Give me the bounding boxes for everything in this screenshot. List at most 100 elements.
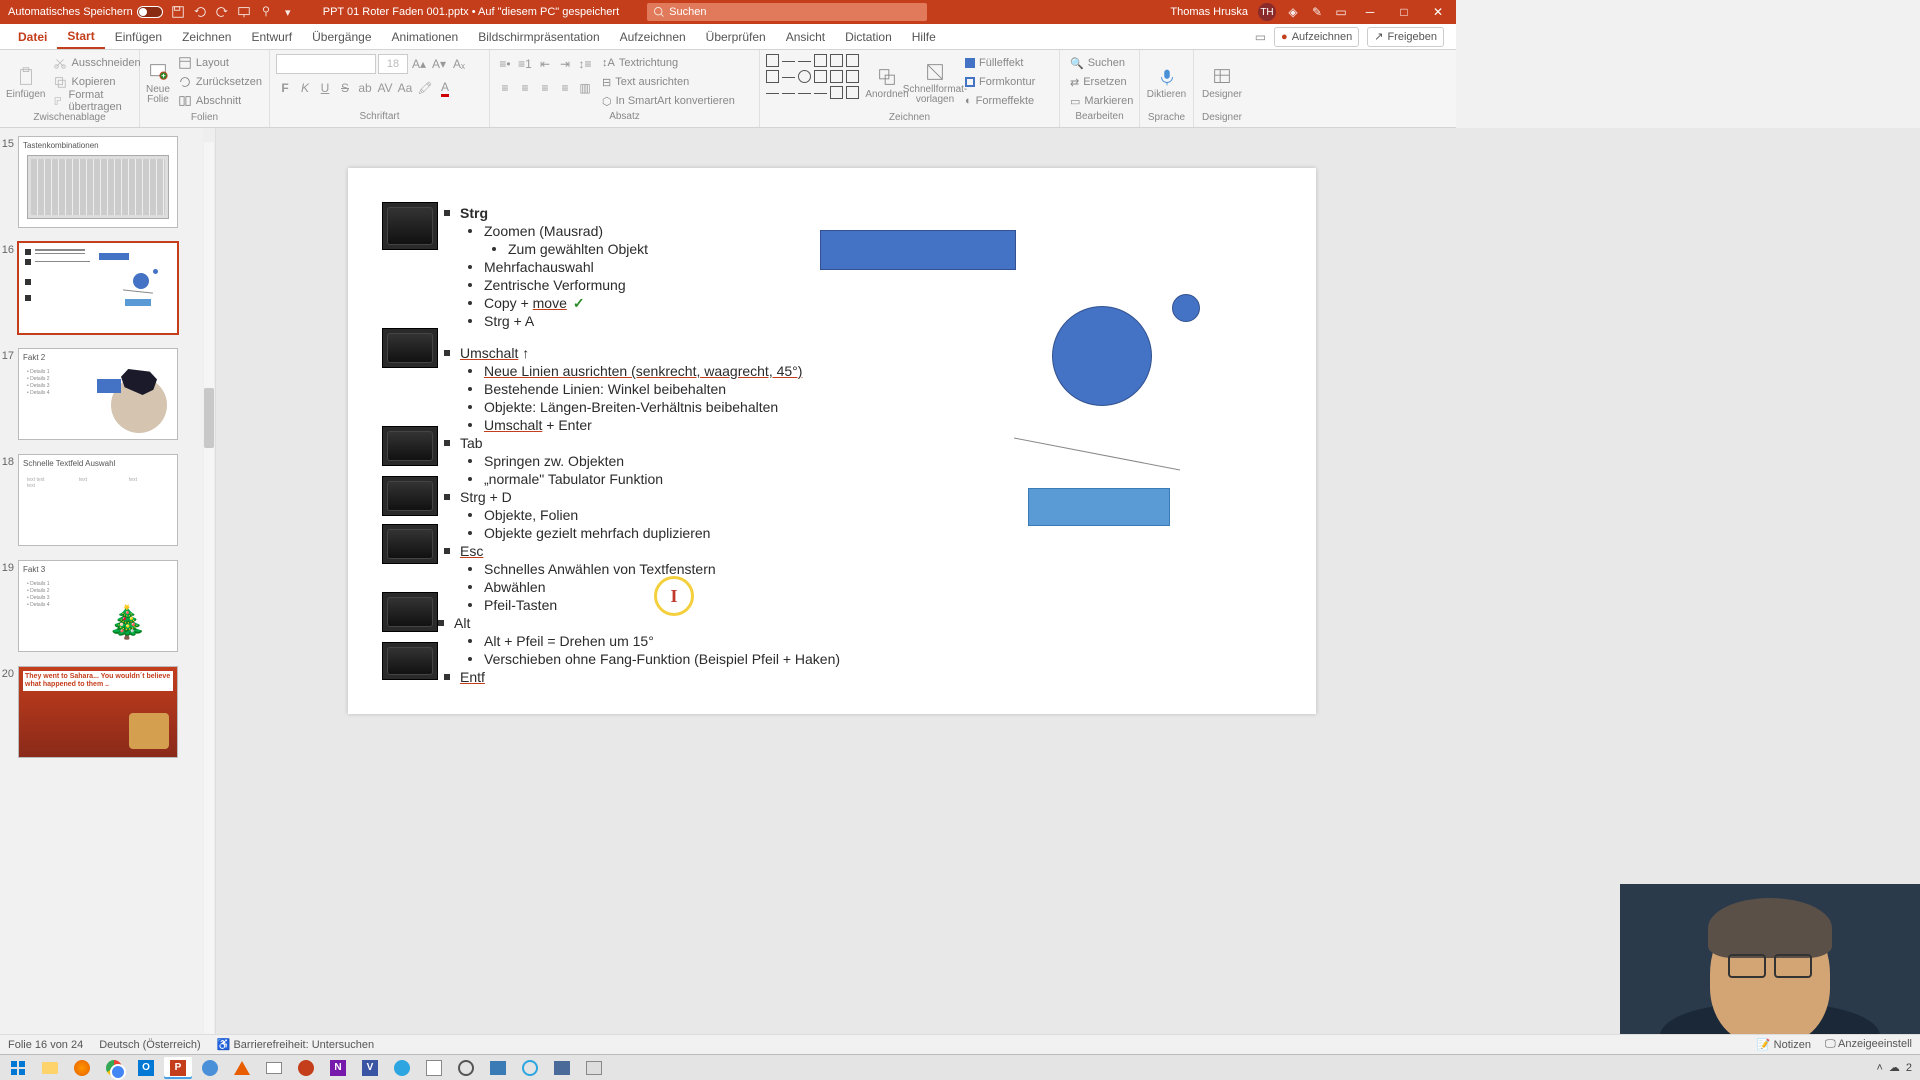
user-avatar[interactable]: TH (1258, 3, 1276, 21)
diamond-icon[interactable]: ◈ (1286, 5, 1300, 19)
text-direction-button[interactable]: ↕ATextrichtung (598, 54, 739, 72)
app-icon-8[interactable] (548, 1057, 576, 1079)
shape-rectangle-1[interactable] (820, 230, 1016, 270)
format-painter-button[interactable]: Format übertragen (49, 92, 144, 110)
text-align-button[interactable]: ⊟Text ausrichten (598, 73, 739, 91)
share-button[interactable]: ↗Freigeben (1367, 27, 1444, 47)
tab-help[interactable]: Hilfe (902, 24, 946, 49)
thumb-19[interactable]: 19 Fakt 3 • Details 1• Details 2• Detail… (0, 560, 203, 652)
align-center-button[interactable]: ≡ (516, 79, 534, 97)
shape-fill-button[interactable]: Fülleffekt (961, 54, 1039, 72)
maximize-button[interactable]: □ (1392, 0, 1416, 24)
bold-button[interactable]: F (276, 79, 294, 97)
tab-slideshow[interactable]: Bildschirmpräsentation (468, 24, 609, 49)
weather-icon[interactable]: ☁ (1889, 1061, 1900, 1074)
strike-button[interactable]: S (336, 79, 354, 97)
section-button[interactable]: Abschnitt (174, 92, 266, 110)
webcam-overlay[interactable] (1620, 884, 1920, 1054)
bullets-button[interactable]: ≡• (496, 55, 514, 73)
search-input[interactable]: Suchen (647, 3, 927, 21)
layout-button[interactable]: Layout (174, 54, 266, 72)
cut-button[interactable]: Ausschneiden (49, 54, 144, 72)
new-slide-button[interactable]: Neue Folie (146, 54, 170, 112)
reset-button[interactable]: Zurücksetzen (174, 73, 266, 91)
app-icon-9[interactable] (580, 1057, 608, 1079)
notes-button[interactable]: 📝 Notizen (1757, 1038, 1811, 1051)
thumb-16[interactable]: 16 (0, 242, 203, 334)
tab-draw[interactable]: Zeichnen (172, 24, 241, 49)
columns-button[interactable]: ▥ (576, 79, 594, 97)
toggle-off-icon[interactable] (137, 6, 163, 18)
app-icon-5[interactable] (452, 1057, 480, 1079)
vlc-icon[interactable] (228, 1057, 256, 1079)
font-family-input[interactable] (276, 54, 376, 74)
font-size-input[interactable] (378, 54, 408, 74)
tray-caret-icon[interactable]: ˄ (1876, 1062, 1882, 1074)
underline-button[interactable]: U (316, 79, 334, 97)
window-icon[interactable]: ▭ (1334, 5, 1348, 19)
find-button[interactable]: 🔍Suchen (1066, 54, 1137, 72)
redo-icon[interactable] (215, 5, 229, 19)
qat-more-icon[interactable]: ▾ (281, 5, 295, 19)
smartart-button[interactable]: ⬡In SmartArt konvertieren (598, 92, 739, 110)
firefox-icon[interactable] (68, 1057, 96, 1079)
app-icon-4[interactable] (420, 1057, 448, 1079)
chrome-icon[interactable] (100, 1057, 128, 1079)
shape-outline-button[interactable]: Formkontur (961, 73, 1039, 91)
tab-animations[interactable]: Animationen (382, 24, 469, 49)
shape-rectangle-2[interactable] (1028, 488, 1170, 526)
app-icon-2[interactable] (260, 1057, 288, 1079)
slide-counter[interactable]: Folie 16 von 24 (8, 1039, 83, 1051)
thumb-17[interactable]: 17 Fakt 2 • Details 1• Details 2• Detail… (0, 348, 203, 440)
slide-canvas[interactable]: Strg Zoomen (Mausrad) Zum gewählten Obje… (216, 128, 1920, 1054)
present-icon[interactable] (237, 5, 251, 19)
system-tray[interactable]: ˄ ☁ 2 (1876, 1061, 1916, 1074)
dictate-button[interactable]: Diktieren (1146, 54, 1187, 112)
tab-review[interactable]: Überprüfen (696, 24, 776, 49)
scrollbar-thumb[interactable] (204, 388, 214, 448)
shape-circle-large[interactable] (1052, 306, 1152, 406)
record-button[interactable]: ●Aufzeichnen (1274, 27, 1359, 47)
shape-circle-small[interactable] (1172, 294, 1200, 322)
designer-button[interactable]: Designer (1200, 54, 1244, 112)
thumb-18[interactable]: 18 Schnelle Textfeld Auswahl text textte… (0, 454, 203, 546)
tab-insert[interactable]: Einfügen (105, 24, 172, 49)
comments-icon[interactable]: ▭ (1255, 30, 1266, 44)
telegram-icon[interactable] (388, 1057, 416, 1079)
language-status[interactable]: Deutsch (Österreich) (99, 1039, 200, 1051)
app-icon-6[interactable] (484, 1057, 512, 1079)
case-button[interactable]: Aa (396, 79, 414, 97)
shape-line[interactable] (1014, 434, 1180, 474)
user-name[interactable]: Thomas Hruska (1170, 6, 1248, 18)
app-icon-1[interactable] (196, 1057, 224, 1079)
numbering-button[interactable]: ≡1 (516, 55, 534, 73)
app-icon-7[interactable] (516, 1057, 544, 1079)
autosave-toggle[interactable]: Automatisches Speichern (8, 6, 163, 18)
shapes-gallery[interactable] (766, 54, 861, 101)
tab-transitions[interactable]: Übergänge (302, 24, 381, 49)
start-button[interactable] (4, 1057, 32, 1079)
accessibility-status[interactable]: ♿ Barrierefreiheit: Untersuchen (217, 1038, 374, 1051)
display-settings-button[interactable]: 🖵 Anzeigeeinstell (1825, 1038, 1912, 1051)
visio-icon[interactable]: V (356, 1057, 384, 1079)
pen-icon[interactable]: ✎ (1310, 5, 1324, 19)
line-spacing-button[interactable]: ↕≡ (576, 55, 594, 73)
app-icon-3[interactable] (292, 1057, 320, 1079)
tab-record[interactable]: Aufzeichnen (610, 24, 696, 49)
minimize-button[interactable]: ─ (1358, 0, 1382, 24)
save-icon[interactable] (171, 5, 185, 19)
shrink-font-icon[interactable]: A▾ (430, 55, 448, 73)
indent-button[interactable]: ⇥ (556, 55, 574, 73)
grow-font-icon[interactable]: A▴ (410, 55, 428, 73)
tab-view[interactable]: Ansicht (776, 24, 835, 49)
undo-icon[interactable] (193, 5, 207, 19)
clear-format-icon[interactable]: Aₓ (450, 55, 468, 73)
powerpoint-icon[interactable]: P (164, 1057, 192, 1079)
replace-button[interactable]: ⇄Ersetzen (1066, 73, 1137, 91)
thumb-20[interactable]: 20 They went to Sahara... You wouldn´t b… (0, 666, 203, 758)
align-left-button[interactable]: ≡ (496, 79, 514, 97)
thumbs-scrollbar[interactable] (203, 128, 215, 1054)
align-right-button[interactable]: ≡ (536, 79, 554, 97)
quick-styles-button[interactable]: Schnellformat-vorlagen (913, 54, 957, 112)
close-button[interactable]: ✕ (1426, 0, 1450, 24)
